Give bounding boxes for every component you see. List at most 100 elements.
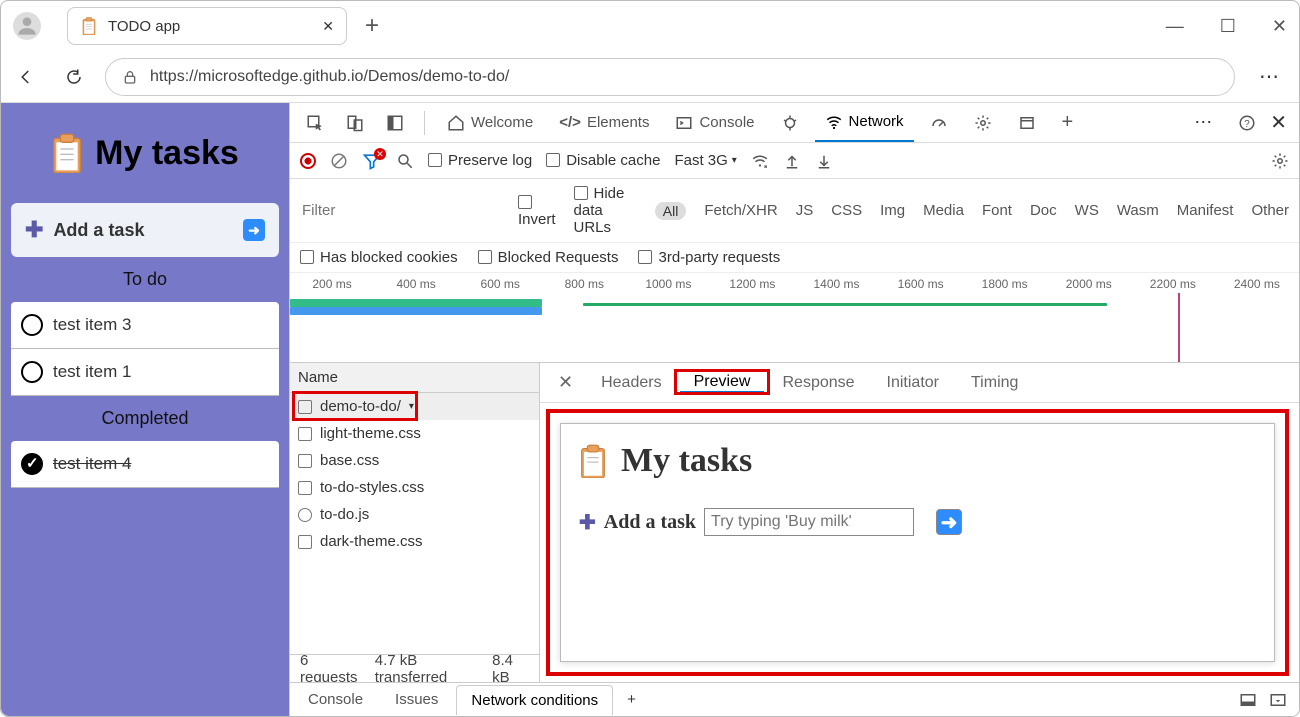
submit-icon[interactable]: ➜ — [243, 219, 265, 241]
refresh-button[interactable] — [57, 60, 91, 94]
filter-type[interactable]: JS — [796, 202, 814, 219]
close-devtools-button[interactable]: ✕ — [1270, 110, 1287, 135]
file-icon — [298, 454, 312, 468]
timeline-overview[interactable]: 200 ms 400 ms 600 ms 800 ms 1000 ms 1200… — [290, 273, 1299, 363]
column-header[interactable]: Name — [290, 363, 539, 393]
drawer-tab-network-conditions[interactable]: Network conditions — [456, 685, 613, 715]
dock-icon[interactable] — [378, 106, 412, 140]
filter-button[interactable]: ✕ — [362, 152, 382, 170]
browser-menu-button[interactable]: ⋯ — [1249, 64, 1291, 89]
invert-checkbox[interactable]: Invert — [518, 194, 556, 228]
request-row[interactable]: to-do-styles.css — [290, 474, 539, 501]
task-item[interactable]: test item 3 — [11, 302, 279, 349]
close-tab-icon[interactable]: ✕ — [322, 18, 334, 35]
drawer-tab-console[interactable]: Console — [294, 685, 377, 714]
blocked-cookies-checkbox[interactable]: Has blocked cookies — [300, 249, 458, 266]
network-conditions-icon[interactable] — [751, 152, 769, 170]
document-icon — [298, 400, 312, 414]
disable-cache-checkbox[interactable]: Disable cache — [546, 152, 660, 169]
filter-type[interactable]: Wasm — [1117, 202, 1159, 219]
help-button[interactable]: ? — [1238, 114, 1256, 132]
browser-toolbar: https://microsoftedge.github.io/Demos/de… — [1, 51, 1299, 103]
tab-elements[interactable]: </>Elements — [549, 103, 659, 142]
drawer-add-tab[interactable]: + — [617, 691, 646, 708]
request-row[interactable]: light-theme.css — [290, 420, 539, 447]
maximize-button[interactable]: ☐ — [1220, 16, 1236, 37]
tab-headers[interactable]: Headers — [587, 363, 675, 402]
checkbox-checked-icon[interactable] — [21, 453, 43, 475]
third-party-checkbox[interactable]: 3rd-party requests — [638, 249, 780, 266]
filter-type[interactable]: Doc — [1030, 202, 1057, 219]
tab-network[interactable]: Network — [815, 103, 914, 142]
request-row[interactable]: to-do.js — [290, 501, 539, 528]
tab-response[interactable]: Response — [768, 363, 868, 402]
devtools-menu-button[interactable]: ⋯ — [1184, 112, 1224, 133]
add-task-label: Add a task — [53, 220, 144, 241]
filter-type[interactable]: WS — [1075, 202, 1099, 219]
drawer-expand-icon[interactable] — [1269, 691, 1287, 709]
tab-initiator[interactable]: Initiator — [873, 363, 953, 402]
devtools-panel: Welcome </>Elements Console Network + ⋯ … — [289, 103, 1299, 716]
plus-icon: + — [1062, 111, 1074, 134]
checkbox-icon[interactable] — [21, 361, 43, 383]
request-row[interactable]: base.css — [290, 447, 539, 474]
settings-button[interactable] — [1271, 152, 1289, 170]
tab-more[interactable] — [1008, 103, 1046, 142]
throttle-select[interactable]: Fast 3G — [674, 152, 736, 169]
plus-icon: ✚ — [579, 510, 596, 535]
filter-type[interactable]: Media — [923, 202, 964, 219]
plus-icon: ✚ — [25, 217, 43, 243]
tab-welcome[interactable]: Welcome — [437, 103, 543, 142]
minimize-button[interactable]: — — [1166, 16, 1184, 37]
profile-avatar[interactable] — [13, 12, 41, 40]
tab-preview[interactable]: Preview — [680, 373, 765, 393]
task-item-completed[interactable]: test item 4 — [11, 441, 279, 488]
tab-timing[interactable]: Timing — [957, 363, 1032, 402]
close-window-button[interactable]: ✕ — [1272, 16, 1287, 37]
clear-button[interactable] — [330, 152, 348, 170]
filter-bar: Invert Hide data URLs All Fetch/XHR JS C… — [290, 179, 1299, 243]
back-button[interactable] — [9, 60, 43, 94]
record-button[interactable] — [300, 153, 316, 169]
console-icon — [675, 114, 693, 132]
filter-type[interactable]: Fetch/XHR — [704, 202, 777, 219]
tab-add[interactable]: + — [1052, 103, 1084, 142]
home-icon — [447, 114, 465, 132]
new-tab-button[interactable]: + — [365, 12, 379, 40]
filter-input[interactable] — [300, 201, 500, 220]
checkbox-icon[interactable] — [21, 314, 43, 336]
filter-type[interactable]: Other — [1251, 202, 1289, 219]
upload-har-icon[interactable] — [783, 152, 801, 170]
request-row[interactable]: demo-to-do/ — [290, 393, 539, 420]
tab-performance[interactable] — [920, 103, 958, 142]
preserve-log-checkbox[interactable]: Preserve log — [428, 152, 532, 169]
preview-add-input[interactable] — [704, 508, 914, 536]
filter-type[interactable]: Manifest — [1177, 202, 1234, 219]
add-task-box[interactable]: ✚ Add a task ➜ — [11, 203, 279, 257]
filter-type[interactable]: Img — [880, 202, 905, 219]
devtools-tabs: Welcome </>Elements Console Network + ⋯ … — [290, 103, 1299, 143]
filter-type[interactable]: Font — [982, 202, 1012, 219]
hide-data-urls-checkbox[interactable]: Hide data URLs — [574, 185, 637, 236]
tab-sources[interactable] — [771, 103, 809, 142]
blocked-requests-checkbox[interactable]: Blocked Requests — [478, 249, 619, 266]
address-bar[interactable]: https://microsoftedge.github.io/Demos/de… — [105, 58, 1235, 96]
filter-type[interactable]: CSS — [831, 202, 862, 219]
inspect-icon[interactable] — [298, 106, 332, 140]
download-har-icon[interactable] — [815, 152, 833, 170]
submit-icon[interactable]: ➜ — [936, 509, 962, 535]
file-icon — [298, 535, 312, 549]
tab-console[interactable]: Console — [665, 103, 764, 142]
browser-tab[interactable]: TODO app ✕ — [67, 7, 347, 45]
request-row[interactable]: dark-theme.css — [290, 528, 539, 555]
close-details-button[interactable]: ✕ — [548, 372, 583, 393]
drawer-tab-issues[interactable]: Issues — [381, 685, 452, 714]
tab-application[interactable] — [964, 103, 1002, 142]
device-icon[interactable] — [338, 106, 372, 140]
timeline-marker — [1178, 293, 1180, 362]
person-icon — [14, 13, 40, 39]
task-item[interactable]: test item 1 — [11, 349, 279, 396]
filter-all[interactable]: All — [655, 202, 687, 220]
drawer-icon[interactable] — [1239, 691, 1257, 709]
search-button[interactable] — [396, 152, 414, 170]
